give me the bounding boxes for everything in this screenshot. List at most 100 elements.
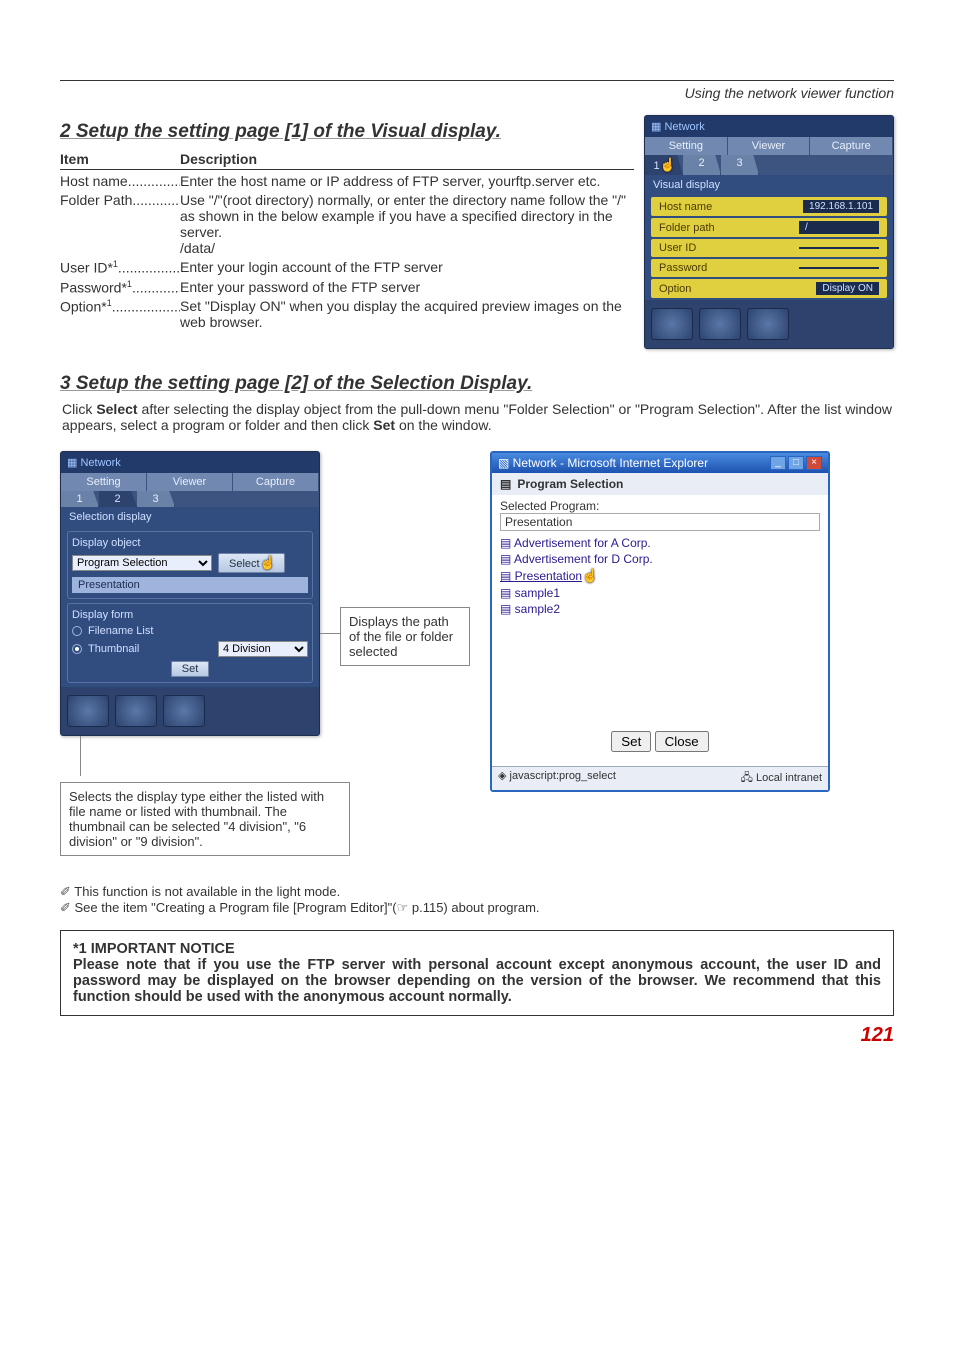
network-icon: ▦ xyxy=(651,121,664,133)
row-desc: Enter your password of the FTP server xyxy=(180,279,634,296)
list-item[interactable]: ▤ Advertisement for D Corp. xyxy=(500,551,820,567)
tab-setting[interactable]: Setting xyxy=(645,137,728,155)
radio-label: Thumbnail xyxy=(88,643,139,655)
section3-title: 3 Setup the setting page [2] of the Sele… xyxy=(60,373,894,395)
subtab-3[interactable]: 3 xyxy=(137,491,175,507)
panel-button-2[interactable] xyxy=(699,308,741,340)
th-item: Item xyxy=(60,151,180,167)
important-body: Please note that if you use the FTP serv… xyxy=(73,957,881,1005)
selected-program-value: Presentation xyxy=(500,513,820,531)
row-name: Password* xyxy=(60,279,127,295)
row-name: Folder Path xyxy=(60,192,132,208)
panel-button-3[interactable] xyxy=(747,308,789,340)
important-notice: *1 IMPORTANT NOTICE Please note that if … xyxy=(60,930,894,1016)
display-object-label: Display object xyxy=(72,535,308,551)
subtab-3[interactable]: 3 xyxy=(721,155,759,175)
tab-viewer[interactable]: Viewer xyxy=(728,137,811,155)
option-value[interactable]: Display ON xyxy=(816,282,879,295)
subtab-1[interactable]: 1 xyxy=(61,491,99,507)
tab-capture[interactable]: Capture xyxy=(233,473,319,491)
row-desc: Enter your login account of the FTP serv… xyxy=(180,259,634,276)
tab-setting[interactable]: Setting xyxy=(61,473,147,491)
cursor-icon xyxy=(260,555,274,571)
panel-button-1[interactable] xyxy=(651,308,693,340)
folderpath-row: Folder path/ xyxy=(651,218,887,237)
folderpath-input[interactable]: / xyxy=(799,221,879,234)
table-row: User ID*1.................... Enter your… xyxy=(60,259,634,276)
panel-title: Network xyxy=(80,457,120,469)
set-button[interactable]: Set xyxy=(171,661,210,677)
panel-section-label: Visual display xyxy=(645,175,893,195)
panel-section-label: Selection display xyxy=(61,507,319,527)
panel-button-1[interactable] xyxy=(67,695,109,727)
program-icon: ▤ xyxy=(500,477,511,491)
table-row: Option*1................... Set "Display… xyxy=(60,298,634,330)
list-item[interactable]: ▤ Advertisement for A Corp. xyxy=(500,535,820,551)
close-icon[interactable]: × xyxy=(806,456,822,470)
ie-icon: ▧ xyxy=(498,456,513,470)
program-selection-dropdown[interactable]: Program Selection xyxy=(72,555,212,571)
list-item[interactable]: ▤ sample1 xyxy=(500,585,820,601)
visual-display-panel: ▦ Network Setting Viewer Capture 1 2 3 V… xyxy=(644,115,894,349)
page-number: 121 xyxy=(60,1024,894,1047)
note-1: This function is not available in the li… xyxy=(60,884,894,900)
tab-viewer[interactable]: Viewer xyxy=(147,473,233,491)
intranet-icon: 🖧 xyxy=(741,772,756,784)
th-description: Description xyxy=(180,151,634,167)
ie-title: Network - Microsoft Internet Explorer xyxy=(513,456,708,470)
breadcrumb: Using the network viewer function xyxy=(60,85,894,101)
selection-display-panel: ▦ Network Setting Viewer Capture 1 2 3 S… xyxy=(60,451,320,736)
subtab-2[interactable]: 2 xyxy=(99,491,137,507)
ie-header: Program Selection xyxy=(517,477,623,491)
password-input[interactable] xyxy=(799,267,879,269)
callout-display-type: Selects the display type either the list… xyxy=(60,782,350,856)
table-row: Folder Path............... Use "/"(root … xyxy=(60,192,634,256)
note-2: See the item "Creating a Program file [P… xyxy=(60,900,894,916)
radio-filename-list[interactable] xyxy=(72,626,82,636)
status-icon: ◈ xyxy=(498,770,510,782)
row-name: Host name xyxy=(60,173,128,189)
section2-title: 2 Setup the setting page [1] of the Visu… xyxy=(60,121,634,143)
ie-set-button[interactable]: Set xyxy=(611,731,651,752)
table-header: Item Description xyxy=(60,149,634,170)
userid-input[interactable] xyxy=(799,247,879,249)
division-dropdown[interactable]: 4 Division xyxy=(218,641,308,657)
display-form-label: Display form xyxy=(72,607,308,623)
minimize-icon[interactable]: _ xyxy=(770,456,786,470)
status-zone: Local intranet xyxy=(756,772,822,784)
row-desc: Enter the host name or IP address of FTP… xyxy=(180,173,634,189)
status-text: javascript:prog_select xyxy=(510,770,616,782)
subtab-2[interactable]: 2 xyxy=(683,155,721,175)
presentation-path: Presentation xyxy=(72,577,308,593)
radio-label: Filename List xyxy=(88,625,153,637)
row-desc: Set "Display ON" when you display the ac… xyxy=(180,298,634,330)
subtab-1[interactable]: 1 xyxy=(645,155,683,175)
panel-button-2[interactable] xyxy=(115,695,157,727)
panel-title: Network xyxy=(664,121,704,133)
ie-close-button[interactable]: Close xyxy=(655,731,709,752)
table-row: Password*1............... Enter your pas… xyxy=(60,279,634,296)
list-item[interactable]: ▤ sample2 xyxy=(500,601,820,617)
row-name: User ID* xyxy=(60,260,113,276)
network-icon: ▦ xyxy=(67,457,80,469)
callout-path: Displays the path of the file or folder … xyxy=(340,607,470,666)
row-desc: Use "/"(root directory) normally, or ent… xyxy=(180,192,634,256)
cursor-icon xyxy=(660,157,674,173)
ie-window: ▧ Network - Microsoft Internet Explorer … xyxy=(490,451,830,792)
select-button[interactable]: Select xyxy=(218,553,285,573)
important-heading: *1 IMPORTANT NOTICE xyxy=(73,941,881,957)
cursor-icon xyxy=(582,568,596,584)
row-name: Option* xyxy=(60,299,107,315)
selected-program-label: Selected Program: xyxy=(500,499,820,513)
list-item[interactable]: ▤ Presentation xyxy=(500,567,820,585)
tab-capture[interactable]: Capture xyxy=(810,137,893,155)
hostname-row: Host name192.168.1.101 xyxy=(651,197,887,216)
panel-button-3[interactable] xyxy=(163,695,205,727)
hostname-input[interactable]: 192.168.1.101 xyxy=(803,200,879,213)
table-row: Host name................ Enter the host… xyxy=(60,173,634,189)
maximize-icon[interactable]: □ xyxy=(788,456,804,470)
option-row: OptionDisplay ON xyxy=(651,279,887,298)
radio-thumbnail[interactable] xyxy=(72,644,82,654)
userid-row: User ID xyxy=(651,239,887,257)
password-row: Password xyxy=(651,259,887,277)
